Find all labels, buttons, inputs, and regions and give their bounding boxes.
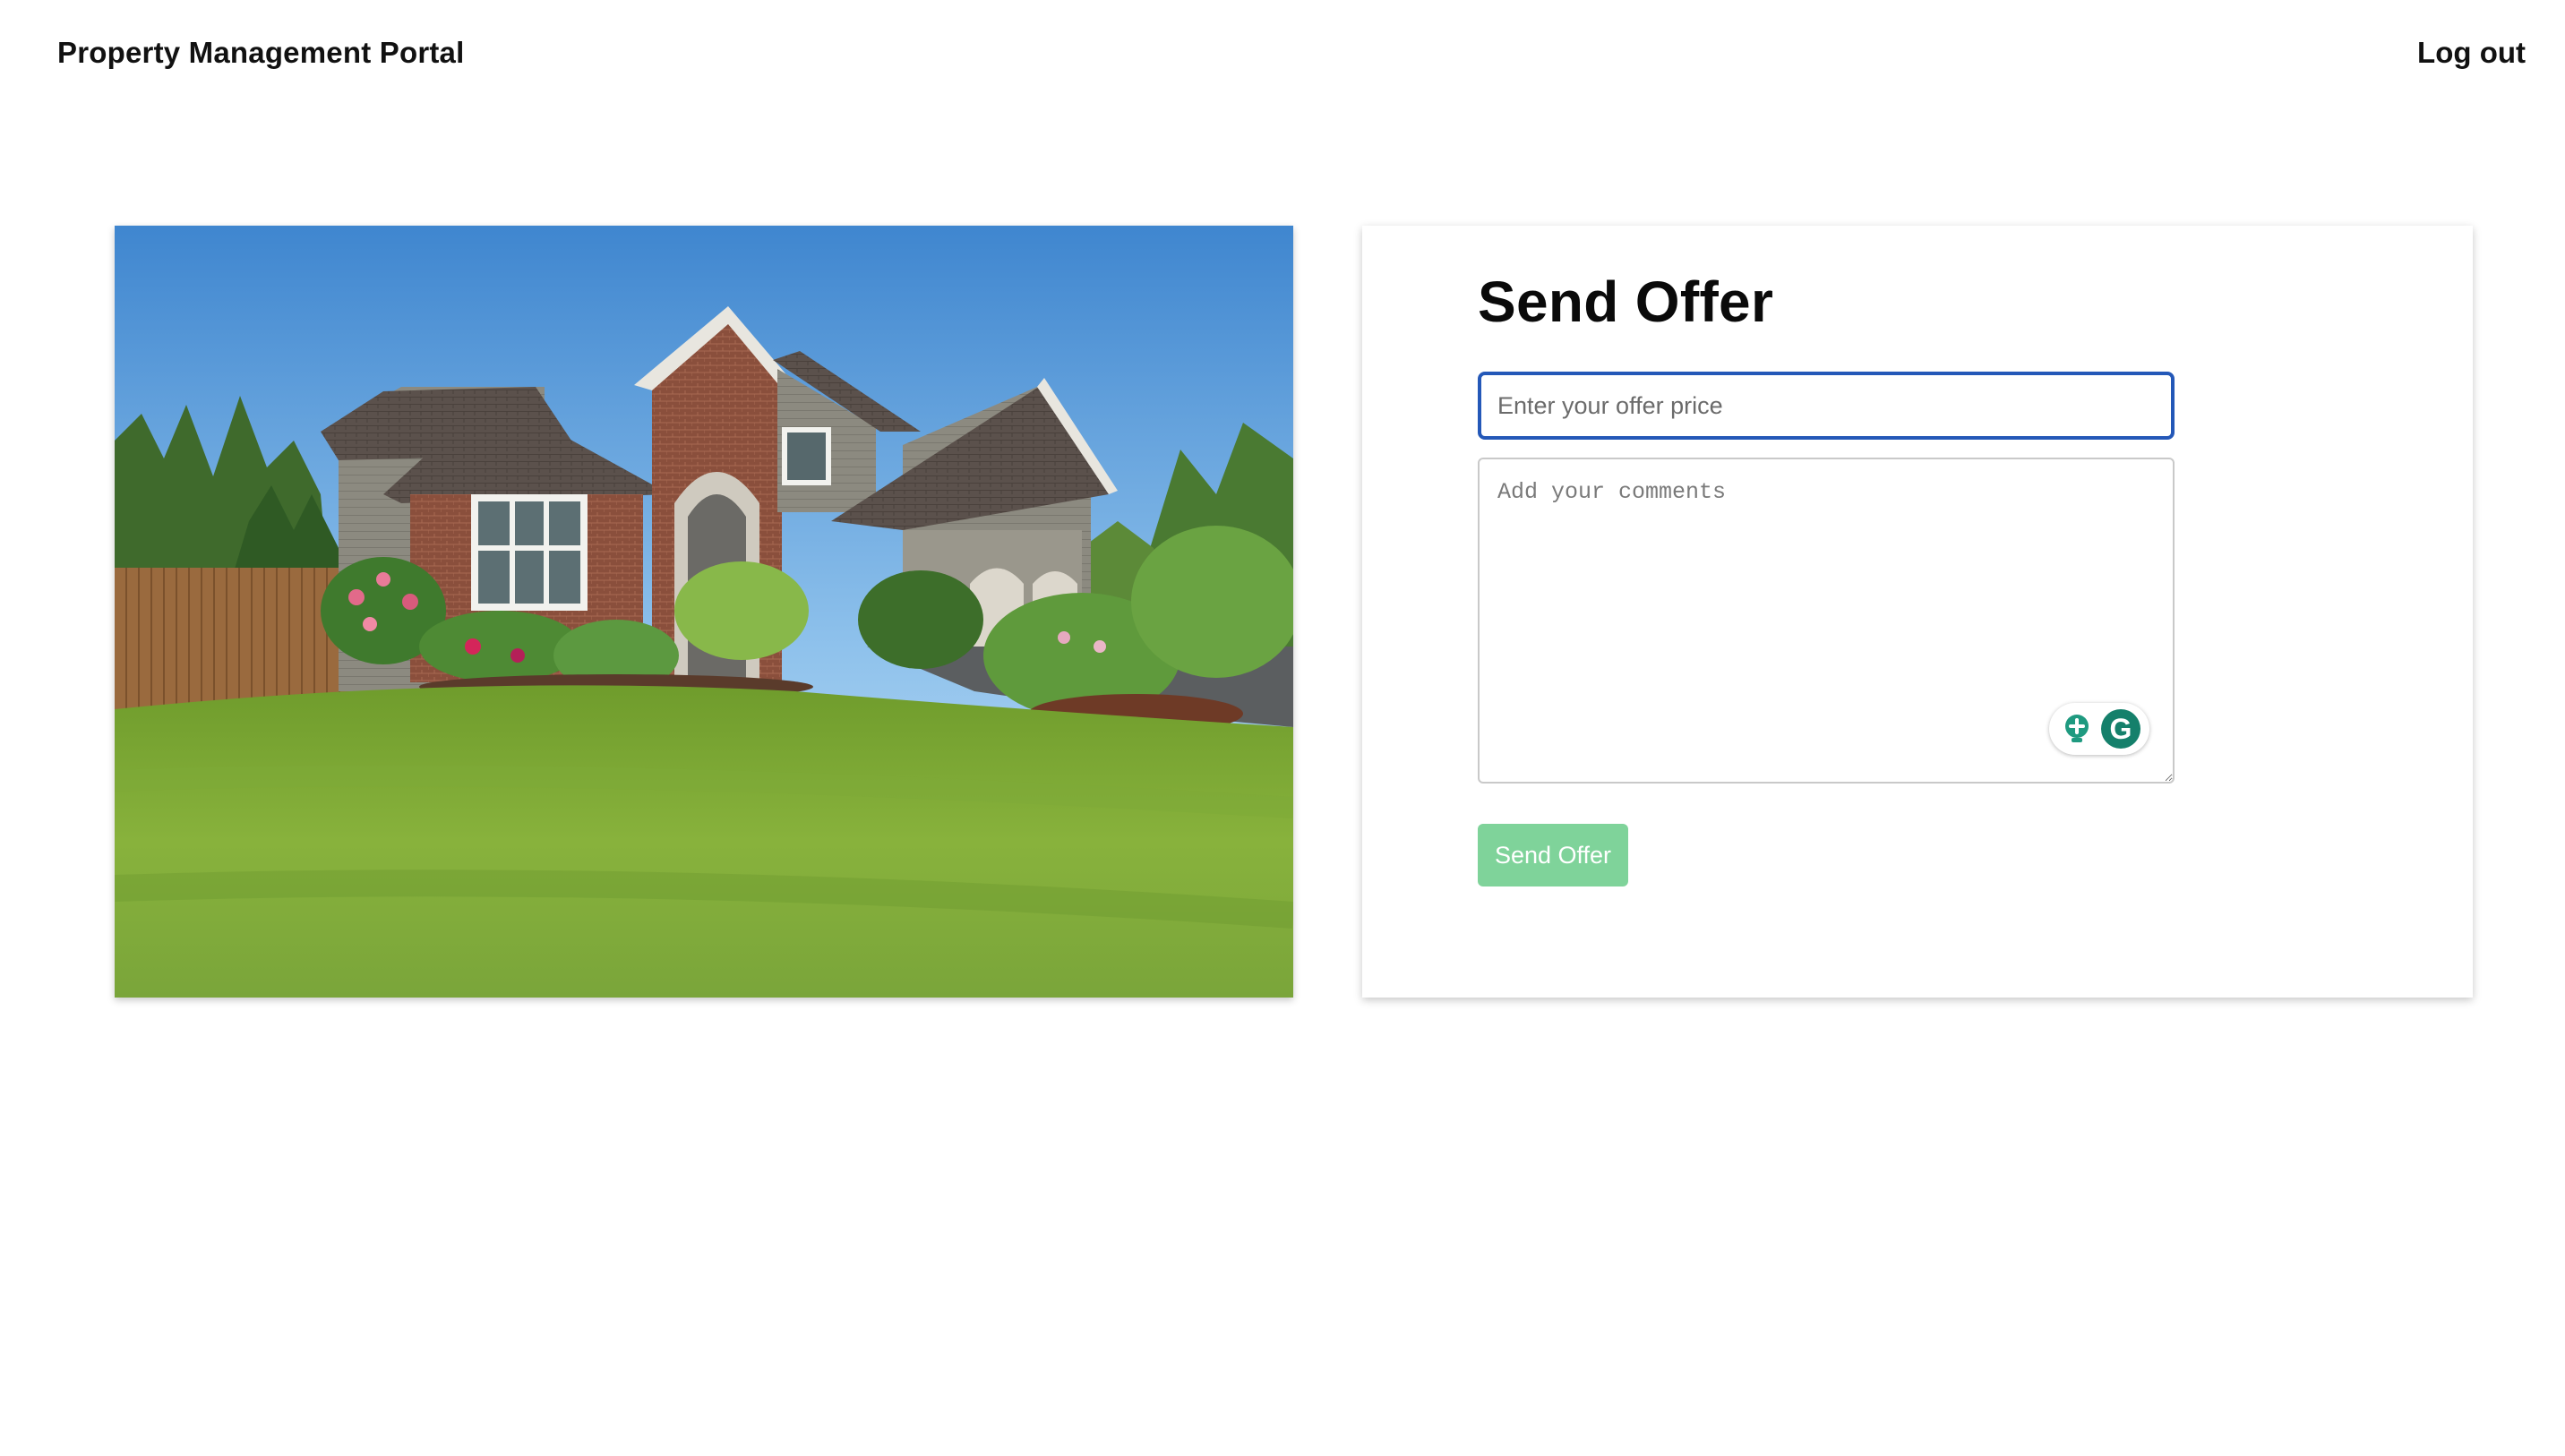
writing-assistant-widget[interactable]: G [2049, 703, 2149, 755]
property-photo [115, 226, 1293, 998]
send-offer-card: Send Offer G Send Offer [1362, 226, 2473, 998]
top-navigation-bar: Property Management Portal Log out [0, 0, 2565, 107]
send-offer-heading: Send Offer [1478, 270, 1774, 334]
grammarly-icon[interactable]: G [2101, 709, 2140, 749]
lightbulb-icon[interactable] [2060, 712, 2094, 746]
offer-price-input[interactable] [1478, 372, 2175, 440]
logout-link[interactable]: Log out [2417, 36, 2526, 70]
app-brand-title: Property Management Portal [57, 36, 465, 69]
send-offer-button[interactable]: Send Offer [1478, 824, 1628, 886]
